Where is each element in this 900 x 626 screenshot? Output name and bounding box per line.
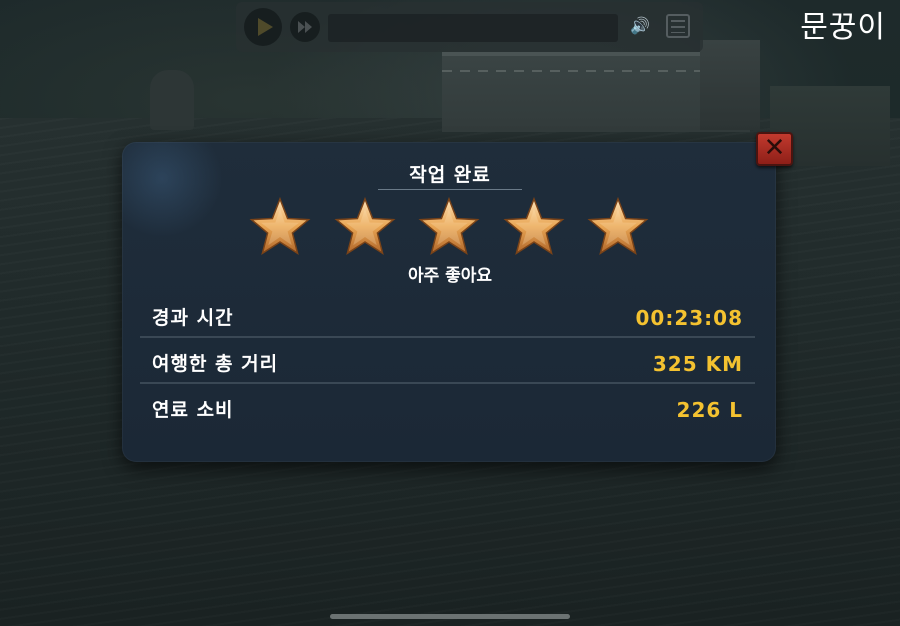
dialog-title: 작업 완료 xyxy=(378,160,522,190)
star-icon xyxy=(586,196,650,260)
list-icon[interactable] xyxy=(666,14,690,38)
star-rating xyxy=(248,196,652,260)
stat-value: 226 L xyxy=(676,398,743,422)
home-indicator[interactable] xyxy=(330,614,570,619)
stat-label: 여행한 총 거리 xyxy=(152,353,279,375)
stat-value: 00:23:08 xyxy=(635,306,743,330)
volume-icon[interactable]: 🔊 xyxy=(628,16,652,36)
play-icon[interactable] xyxy=(244,8,282,46)
brand-name: 문꿍이 xyxy=(800,10,886,45)
close-icon: ✕ xyxy=(763,133,786,163)
background-truck xyxy=(700,40,760,130)
fast-forward-icon[interactable] xyxy=(290,12,320,42)
star-icon xyxy=(248,196,312,260)
stat-row-fuel: 연료 소비 226 L xyxy=(140,390,755,430)
video-progress-track[interactable] xyxy=(328,14,618,42)
stat-label: 경과 시간 xyxy=(152,307,234,329)
background-structure xyxy=(150,70,194,130)
star-icon xyxy=(417,196,481,260)
star-icon xyxy=(502,196,566,260)
star-icon xyxy=(333,196,397,260)
stat-label: 연료 소비 xyxy=(152,399,234,421)
video-control-bar: 🔊 xyxy=(236,2,703,52)
close-button[interactable]: ✕ xyxy=(756,132,793,166)
rating-text: 아주 좋아요 xyxy=(407,266,493,286)
stat-row-elapsed-time: 경과 시간 00:23:08 xyxy=(140,298,755,338)
stat-value: 325 KM xyxy=(652,352,743,376)
stat-row-distance: 여행한 총 거리 325 KM xyxy=(140,344,755,384)
